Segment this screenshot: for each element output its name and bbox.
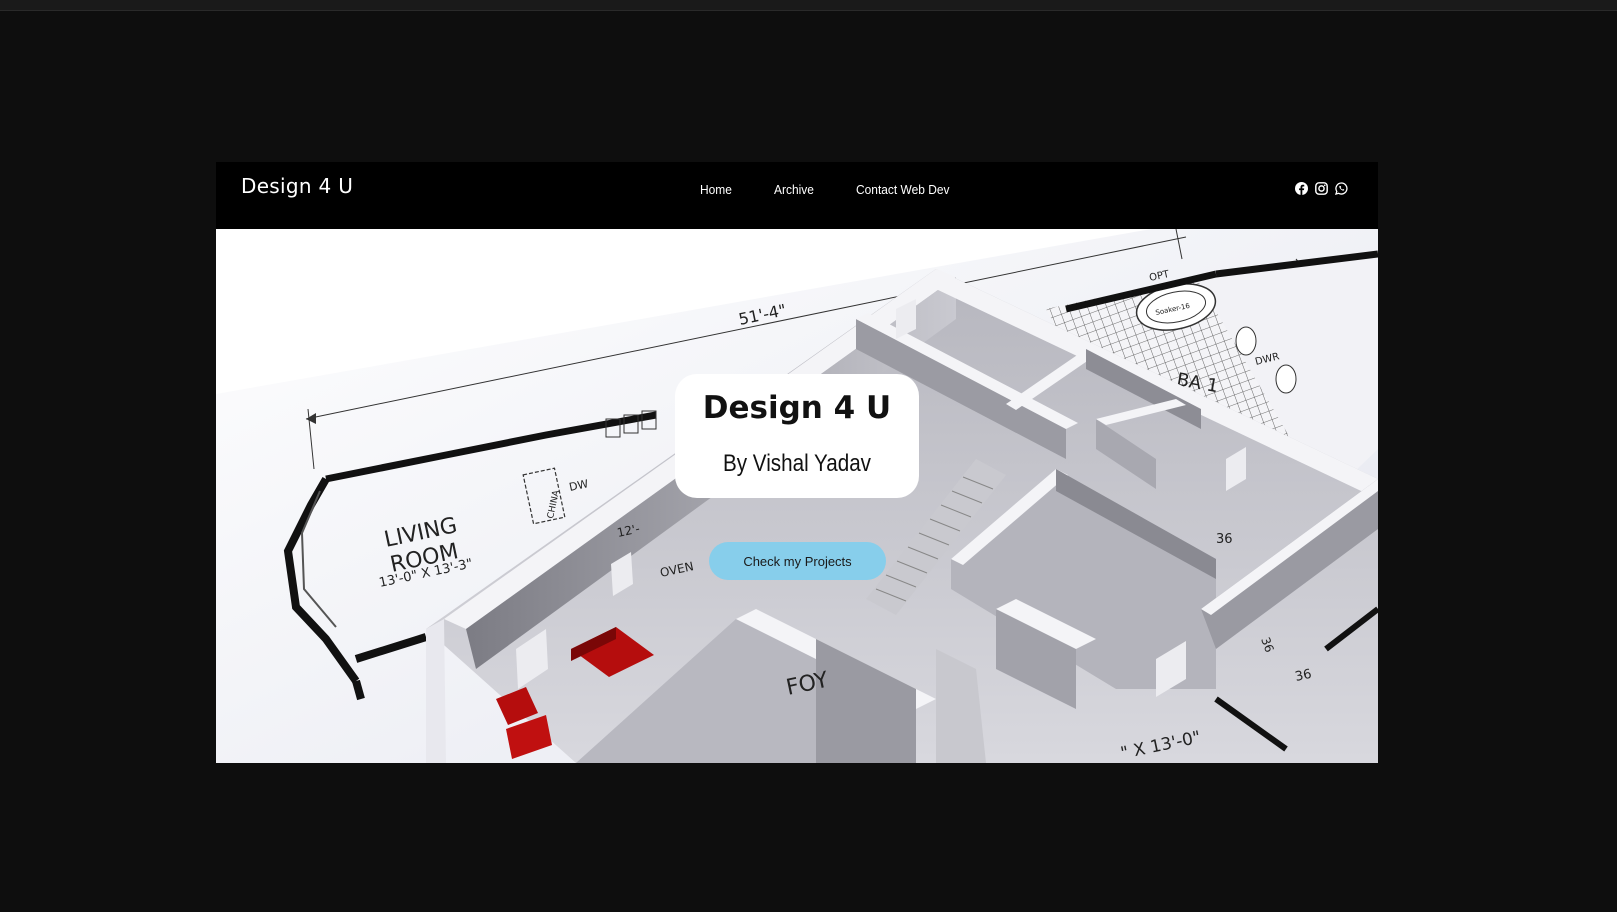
nav-contact-link[interactable]: Contact Web Dev [856,182,950,197]
nav-links: Home Archive Contact Web Dev [700,182,997,197]
website-frame: Design 4 U Home Archive Contact Web Dev [216,162,1378,763]
check-projects-button[interactable]: Check my Projects [709,542,886,580]
facebook-icon[interactable] [1295,180,1308,195]
instagram-icon[interactable] [1315,180,1328,195]
hero-title-card: Design 4 U By Vishal Yadav [675,374,919,498]
nav-archive-link[interactable]: Archive [774,182,814,197]
social-links [1295,180,1348,195]
nav-home-link[interactable]: Home [700,182,732,197]
browser-top-strip [0,0,1617,11]
hero-subtitle: By Vishal Yadav [722,450,872,477]
navbar: Design 4 U Home Archive Contact Web Dev [216,162,1378,229]
brand-logo[interactable]: Design 4 U [241,174,353,198]
label-36-a: 36 [1216,532,1233,547]
hero-title: Design 4 U [702,390,892,426]
whatsapp-icon[interactable] [1335,180,1348,195]
hero-section: 51'-4" CHINA DW LIVING ROOM 13'-0" X 13'… [216,229,1378,763]
